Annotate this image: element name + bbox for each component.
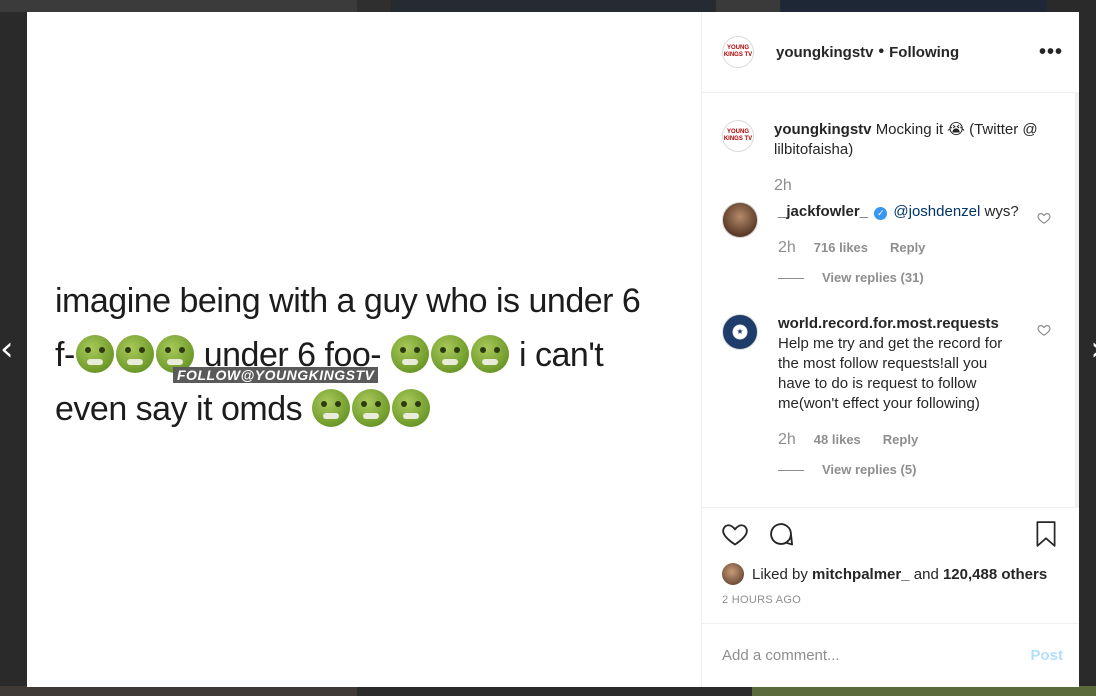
award-icon: ★ <box>733 325 747 339</box>
caption-comment: YOUNG KINGS TV youngkingstv Mocking it 😭… <box>722 120 1057 196</box>
verified-badge-icon: ✓ <box>874 207 888 220</box>
liked-by-prefix: Liked by <box>752 565 808 583</box>
bookmark-icon[interactable] <box>1029 517 1063 551</box>
nauseated-face-icon <box>392 389 431 428</box>
view-replies-label: View replies (5) <box>822 462 917 477</box>
feed-tile <box>357 0 391 12</box>
comment-time: 2h <box>778 239 796 256</box>
avatar[interactable]: ★ <box>722 314 758 350</box>
nauseated-face-icon <box>352 389 391 428</box>
avatar[interactable] <box>722 563 744 585</box>
comment-meta: 2h 48 likes Reply <box>778 430 1008 450</box>
liked-by-user[interactable]: mitchpalmer_ <box>812 566 910 583</box>
comment-username[interactable]: youngkingstv <box>774 121 872 138</box>
comment-icon[interactable] <box>764 517 798 551</box>
comment-meta: 2h 716 likes Reply <box>778 238 1019 258</box>
view-replies-button[interactable]: View replies (5) <box>778 460 1008 480</box>
view-replies-label: View replies (31) <box>822 270 924 285</box>
separator-dot: • <box>878 43 885 60</box>
heart-icon[interactable] <box>718 517 752 551</box>
post-button[interactable]: Post <box>1030 647 1063 664</box>
comment-mention[interactable]: @joshdenzel <box>893 203 980 220</box>
avatar[interactable]: YOUNG KINGS TV <box>722 120 754 152</box>
liked-by: Liked by mitchpalmer_ and 120,488 others <box>702 559 1079 589</box>
feed-tile <box>781 0 1047 12</box>
comments-list[interactable]: YOUNG KINGS TV youngkingstv Mocking it 😭… <box>702 93 1079 507</box>
list-item: ★ world.record.for.most.requests Help me… <box>722 314 1057 480</box>
nauseated-face-icon <box>75 335 114 374</box>
reply-button[interactable]: Reply <box>890 238 925 258</box>
heart-icon[interactable] <box>1037 323 1051 337</box>
post-image-text: imagine being with a guy who is under 6 … <box>55 274 680 436</box>
feed-tile <box>393 0 713 12</box>
image-text-line-1: imagine being with a guy who is under 6 <box>55 282 641 320</box>
nauseated-face-icon <box>431 335 470 374</box>
comment-body: _jackfowler_ ✓ @joshdenzel wys? 2h 716 l… <box>778 202 1019 288</box>
post-author[interactable]: youngkingstv <box>776 44 874 61</box>
feed-tile <box>357 686 752 696</box>
comment-username[interactable]: world.record.for.most.requests <box>778 315 999 332</box>
feed-tile <box>716 0 780 12</box>
brand-logo: YOUNG KINGS TV <box>723 129 753 142</box>
nauseated-face-icon <box>312 389 351 428</box>
watermark: FOLLOW@YOUNGKINGSTV <box>173 367 379 383</box>
liked-by-others[interactable]: 120,488 others <box>943 566 1047 583</box>
nauseated-face-icon <box>115 335 154 374</box>
divider <box>778 469 804 471</box>
brand-logo: YOUNG KINGS TV <box>723 45 753 58</box>
divider <box>778 277 804 279</box>
liked-by-and: and <box>913 565 939 583</box>
image-text-line-3: even say it omds <box>55 382 680 436</box>
post-actions <box>702 507 1079 559</box>
comment-text: wys? <box>984 203 1019 220</box>
avatar[interactable]: YOUNG KINGS TV <box>722 36 754 68</box>
comment-username[interactable]: _jackfowler_ <box>778 203 868 220</box>
comment-text: Help me try and get the record for the m… <box>778 335 1003 412</box>
post-modal: imagine being with a guy who is under 6 … <box>27 12 1079 687</box>
avatar[interactable] <box>722 202 758 238</box>
comment-time: 2h <box>774 177 792 194</box>
comment-likes[interactable]: 48 likes <box>814 430 861 450</box>
comment-body: world.record.for.most.requests Help me t… <box>778 314 1008 480</box>
feed-tile <box>0 0 357 12</box>
more-options-icon[interactable]: ••• <box>1039 41 1063 64</box>
comment-input[interactable] <box>722 647 1031 664</box>
chevron-left-icon[interactable]: ‹ <box>0 332 14 366</box>
feed-tile <box>752 686 1096 696</box>
heart-icon[interactable] <box>1037 211 1051 225</box>
nauseated-face-icon <box>391 335 430 374</box>
post-header: YOUNG KINGS TV youngkingstv • Following … <box>702 12 1079 93</box>
add-comment-bar: Post <box>702 623 1079 687</box>
reply-button[interactable]: Reply <box>883 430 918 450</box>
post-side-panel: YOUNG KINGS TV youngkingstv • Following … <box>702 12 1079 687</box>
comment-likes[interactable]: 716 likes <box>814 238 868 258</box>
list-item: _jackfowler_ ✓ @joshdenzel wys? 2h 716 l… <box>722 202 1057 288</box>
post-timestamp[interactable]: 2 HOURS AGO <box>702 589 1079 623</box>
comment-time: 2h <box>778 431 796 448</box>
comment-meta: 2h <box>774 176 1057 196</box>
view-replies-button[interactable]: View replies (31) <box>778 268 1019 288</box>
chevron-right-icon[interactable]: › <box>1090 332 1096 366</box>
nauseated-face-icon <box>471 335 510 374</box>
feed-tile <box>0 686 357 696</box>
follow-status[interactable]: Following <box>889 44 959 61</box>
post-image: imagine being with a guy who is under 6 … <box>27 12 702 687</box>
comment-body: youngkingstv Mocking it 😭 (Twitter @ lil… <box>774 120 1057 196</box>
